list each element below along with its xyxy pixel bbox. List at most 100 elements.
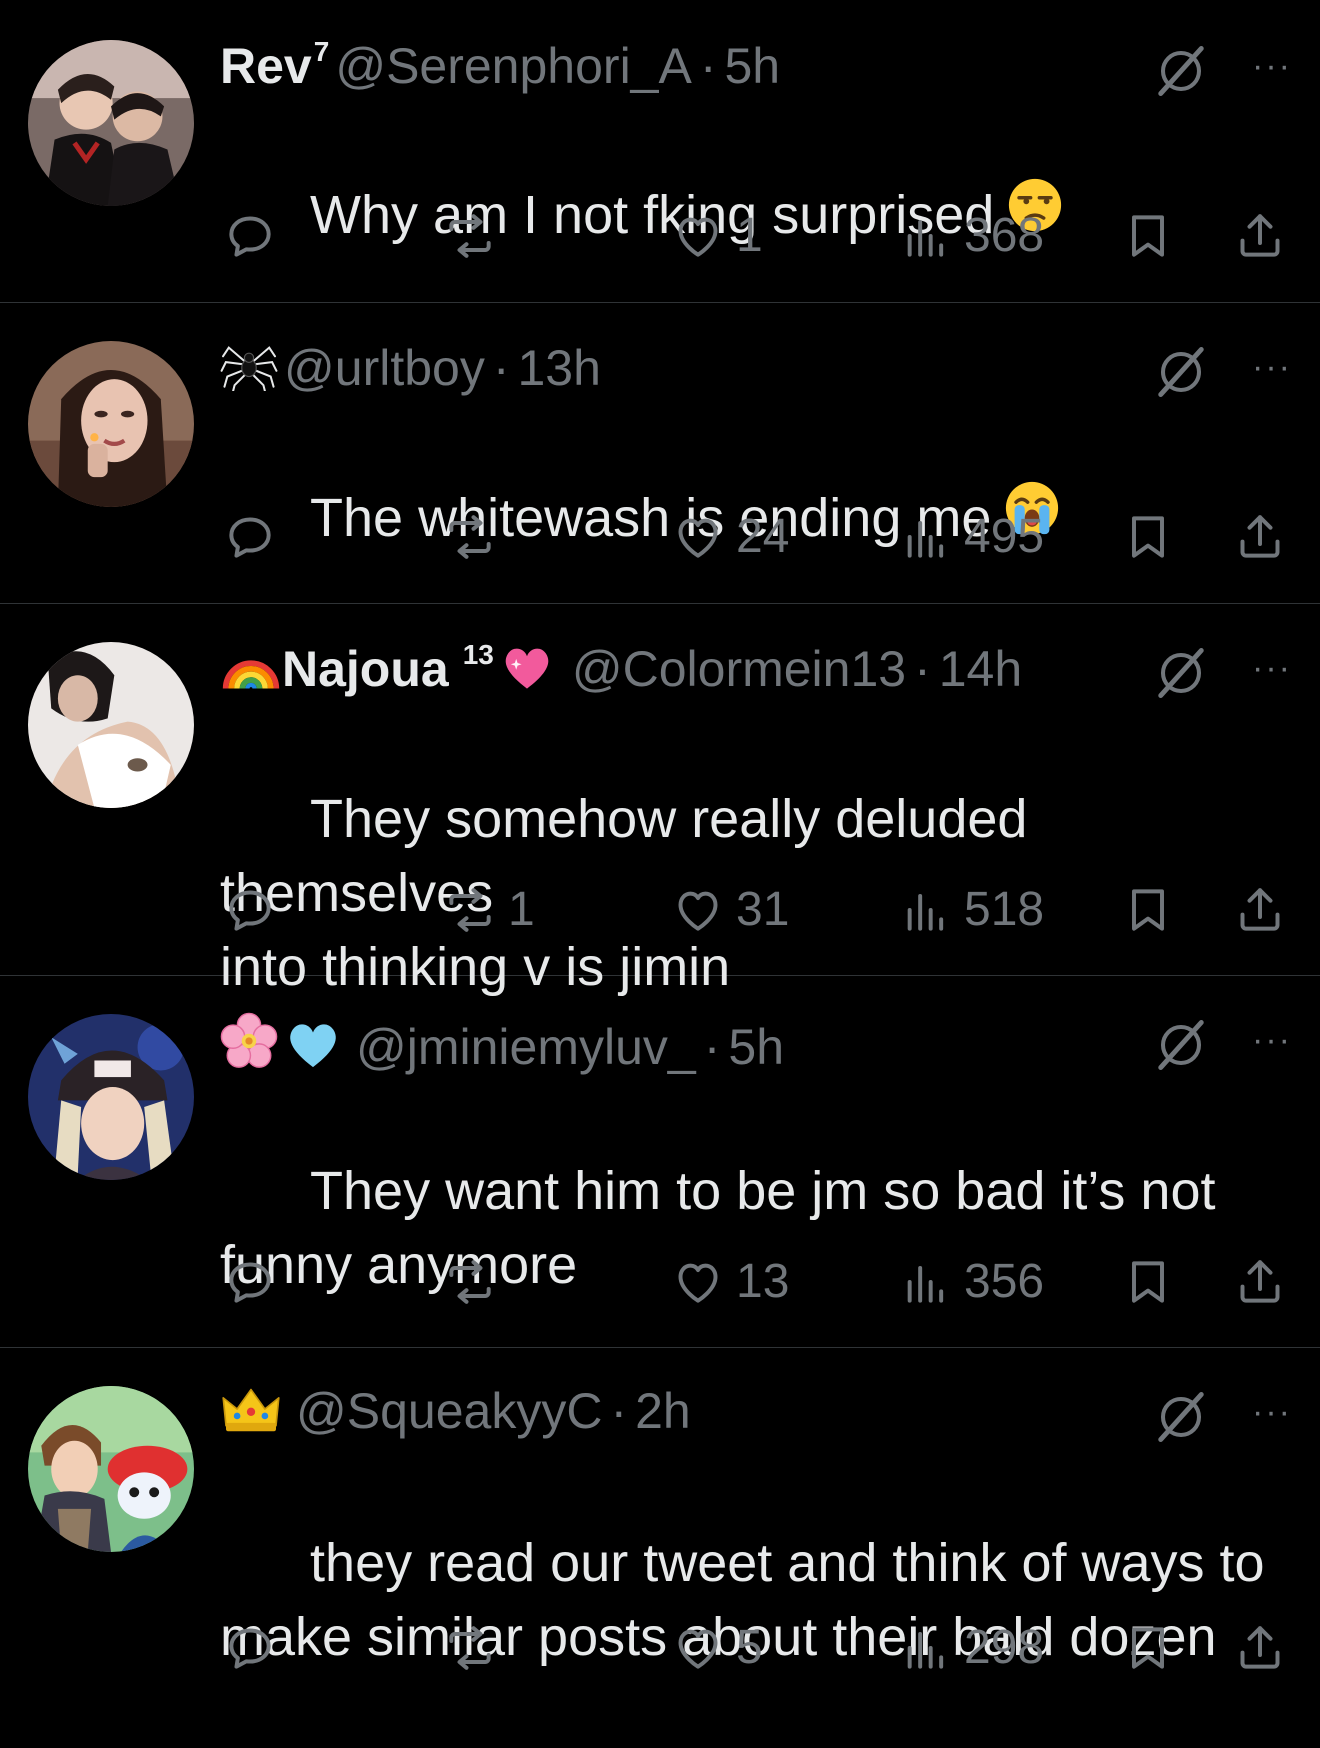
like-count: 1: [736, 209, 763, 262]
share-icon: [1232, 509, 1288, 565]
tweet-header: Rev 7 @Serenphori_A · 5h: [220, 36, 1160, 104]
more-options-icon[interactable]: ···: [1252, 49, 1292, 83]
like-button[interactable]: 13: [670, 1252, 789, 1312]
avatar[interactable]: [28, 1386, 194, 1552]
bookmark-button[interactable]: [1120, 507, 1176, 567]
repost-icon: [442, 1254, 498, 1310]
reply-button[interactable]: [222, 880, 288, 940]
grok-icon[interactable]: [1154, 345, 1208, 404]
heart-icon: [670, 509, 726, 565]
tweet-actions: 5 298: [222, 1618, 1292, 1678]
views-button[interactable]: 368: [898, 206, 1044, 266]
reply-button[interactable]: [222, 1618, 288, 1678]
grok-icon[interactable]: [1154, 44, 1208, 103]
tweet-header: @SqueakyyC · 2h: [220, 1378, 1160, 1441]
separator-dot: ·: [610, 1383, 628, 1439]
share-icon: [1232, 208, 1288, 264]
more-options-icon[interactable]: ···: [1252, 350, 1292, 384]
reply-button[interactable]: [222, 1252, 288, 1312]
tweet-actions: 1 31 518: [222, 880, 1292, 940]
user-handle[interactable]: @Serenphori_A: [335, 36, 692, 96]
repost-button[interactable]: [442, 1618, 508, 1678]
like-button[interactable]: 24: [670, 507, 789, 567]
views-button[interactable]: 298: [898, 1618, 1044, 1678]
repost-button[interactable]: [442, 206, 508, 266]
tweet[interactable]: Najoua 13 @Colormein13 · 14h ··· They so…: [0, 604, 1320, 997]
share-button[interactable]: [1232, 1252, 1288, 1312]
grok-icon[interactable]: [1154, 1390, 1208, 1449]
separator-dot: ·: [492, 340, 510, 396]
share-button[interactable]: [1232, 880, 1288, 940]
more-options-icon[interactable]: ···: [1252, 1023, 1292, 1057]
repost-button[interactable]: [442, 1252, 508, 1312]
tweet-top-icons: ···: [1154, 646, 1292, 705]
views-count: 518: [964, 883, 1045, 936]
grok-icon[interactable]: [1154, 1018, 1208, 1077]
bookmark-icon: [1120, 882, 1176, 938]
views-count: 298: [964, 1621, 1045, 1674]
timestamp[interactable]: 5h: [728, 1017, 784, 1077]
avatar[interactable]: [28, 40, 194, 206]
like-button[interactable]: 1: [670, 206, 763, 266]
user-handle[interactable]: @SqueakyyC: [296, 1381, 602, 1441]
display-name[interactable]: Rev: [220, 36, 312, 96]
timestamp[interactable]: 5h: [725, 36, 781, 96]
reply-button[interactable]: [222, 507, 288, 567]
tweet[interactable]: @urltboy · 13h ··· The whitewash is endi…: [0, 303, 1320, 604]
timestamp[interactable]: 2h: [635, 1381, 691, 1441]
reply-icon: [222, 1254, 278, 1310]
share-button[interactable]: [1232, 507, 1288, 567]
avatar[interactable]: [28, 642, 194, 808]
more-options-icon[interactable]: ···: [1252, 1395, 1292, 1429]
share-button[interactable]: [1232, 1618, 1288, 1678]
timestamp[interactable]: 13h: [518, 338, 601, 398]
display-name[interactable]: Najoua: [282, 639, 449, 699]
views-button[interactable]: 356: [898, 1252, 1044, 1312]
tweet-actions: 13 356: [222, 1252, 1292, 1312]
repost-button[interactable]: [442, 507, 508, 567]
avatar[interactable]: [28, 1014, 194, 1180]
timestamp[interactable]: 14h: [939, 639, 1022, 699]
views-icon: [898, 882, 954, 938]
display-name-superscript: 13: [462, 639, 494, 670]
reply-button[interactable]: [222, 206, 288, 266]
like-button[interactable]: 31: [670, 880, 789, 940]
bookmark-icon: [1120, 208, 1176, 264]
more-options-icon[interactable]: ···: [1252, 651, 1292, 685]
grok-icon[interactable]: [1154, 646, 1208, 705]
heart-icon: [670, 882, 726, 938]
sparkling-heart-icon: [500, 642, 554, 692]
bookmark-button[interactable]: [1120, 1618, 1176, 1678]
views-count: 356: [964, 1255, 1045, 1308]
tweet[interactable]: Rev 7 @Serenphori_A · 5h ··· Why am I no…: [0, 0, 1320, 303]
tweet-actions: 1 368: [222, 206, 1292, 266]
repost-icon: [442, 1620, 498, 1676]
share-icon: [1232, 1254, 1288, 1310]
views-icon: [898, 208, 954, 264]
separator-dot: ·: [699, 38, 717, 94]
bookmark-button[interactable]: [1120, 206, 1176, 266]
bookmark-button[interactable]: [1120, 880, 1176, 940]
avatar-photo: [28, 642, 194, 808]
user-handle[interactable]: @urltboy: [284, 338, 485, 398]
views-icon: [898, 1620, 954, 1676]
avatar[interactable]: [28, 341, 194, 507]
avatar-photo: [28, 40, 194, 206]
tweet-actions: 24 495: [222, 507, 1292, 567]
tweet[interactable]: @jminiemyluv_ · 5h ··· They want him to …: [0, 976, 1320, 1348]
bookmark-button[interactable]: [1120, 1252, 1176, 1312]
views-button[interactable]: 518: [898, 880, 1044, 940]
like-button[interactable]: 5: [670, 1618, 763, 1678]
reply-icon: [222, 882, 278, 938]
like-count: 5: [736, 1621, 763, 1674]
user-handle[interactable]: @Colormein13: [572, 639, 906, 699]
views-button[interactable]: 495: [898, 507, 1044, 567]
tweet[interactable]: @SqueakyyC · 2h ··· they read our tweet …: [0, 1348, 1320, 1704]
tweet-text-block: They want him to be jm so bad it’s not f…: [220, 1080, 1290, 1376]
like-count: 13: [736, 1255, 790, 1308]
user-handle[interactable]: @jminiemyluv_: [356, 1017, 696, 1077]
share-button[interactable]: [1232, 206, 1288, 266]
share-icon: [1232, 1620, 1288, 1676]
repost-button[interactable]: 1: [442, 880, 535, 940]
views-count: 368: [964, 209, 1045, 262]
